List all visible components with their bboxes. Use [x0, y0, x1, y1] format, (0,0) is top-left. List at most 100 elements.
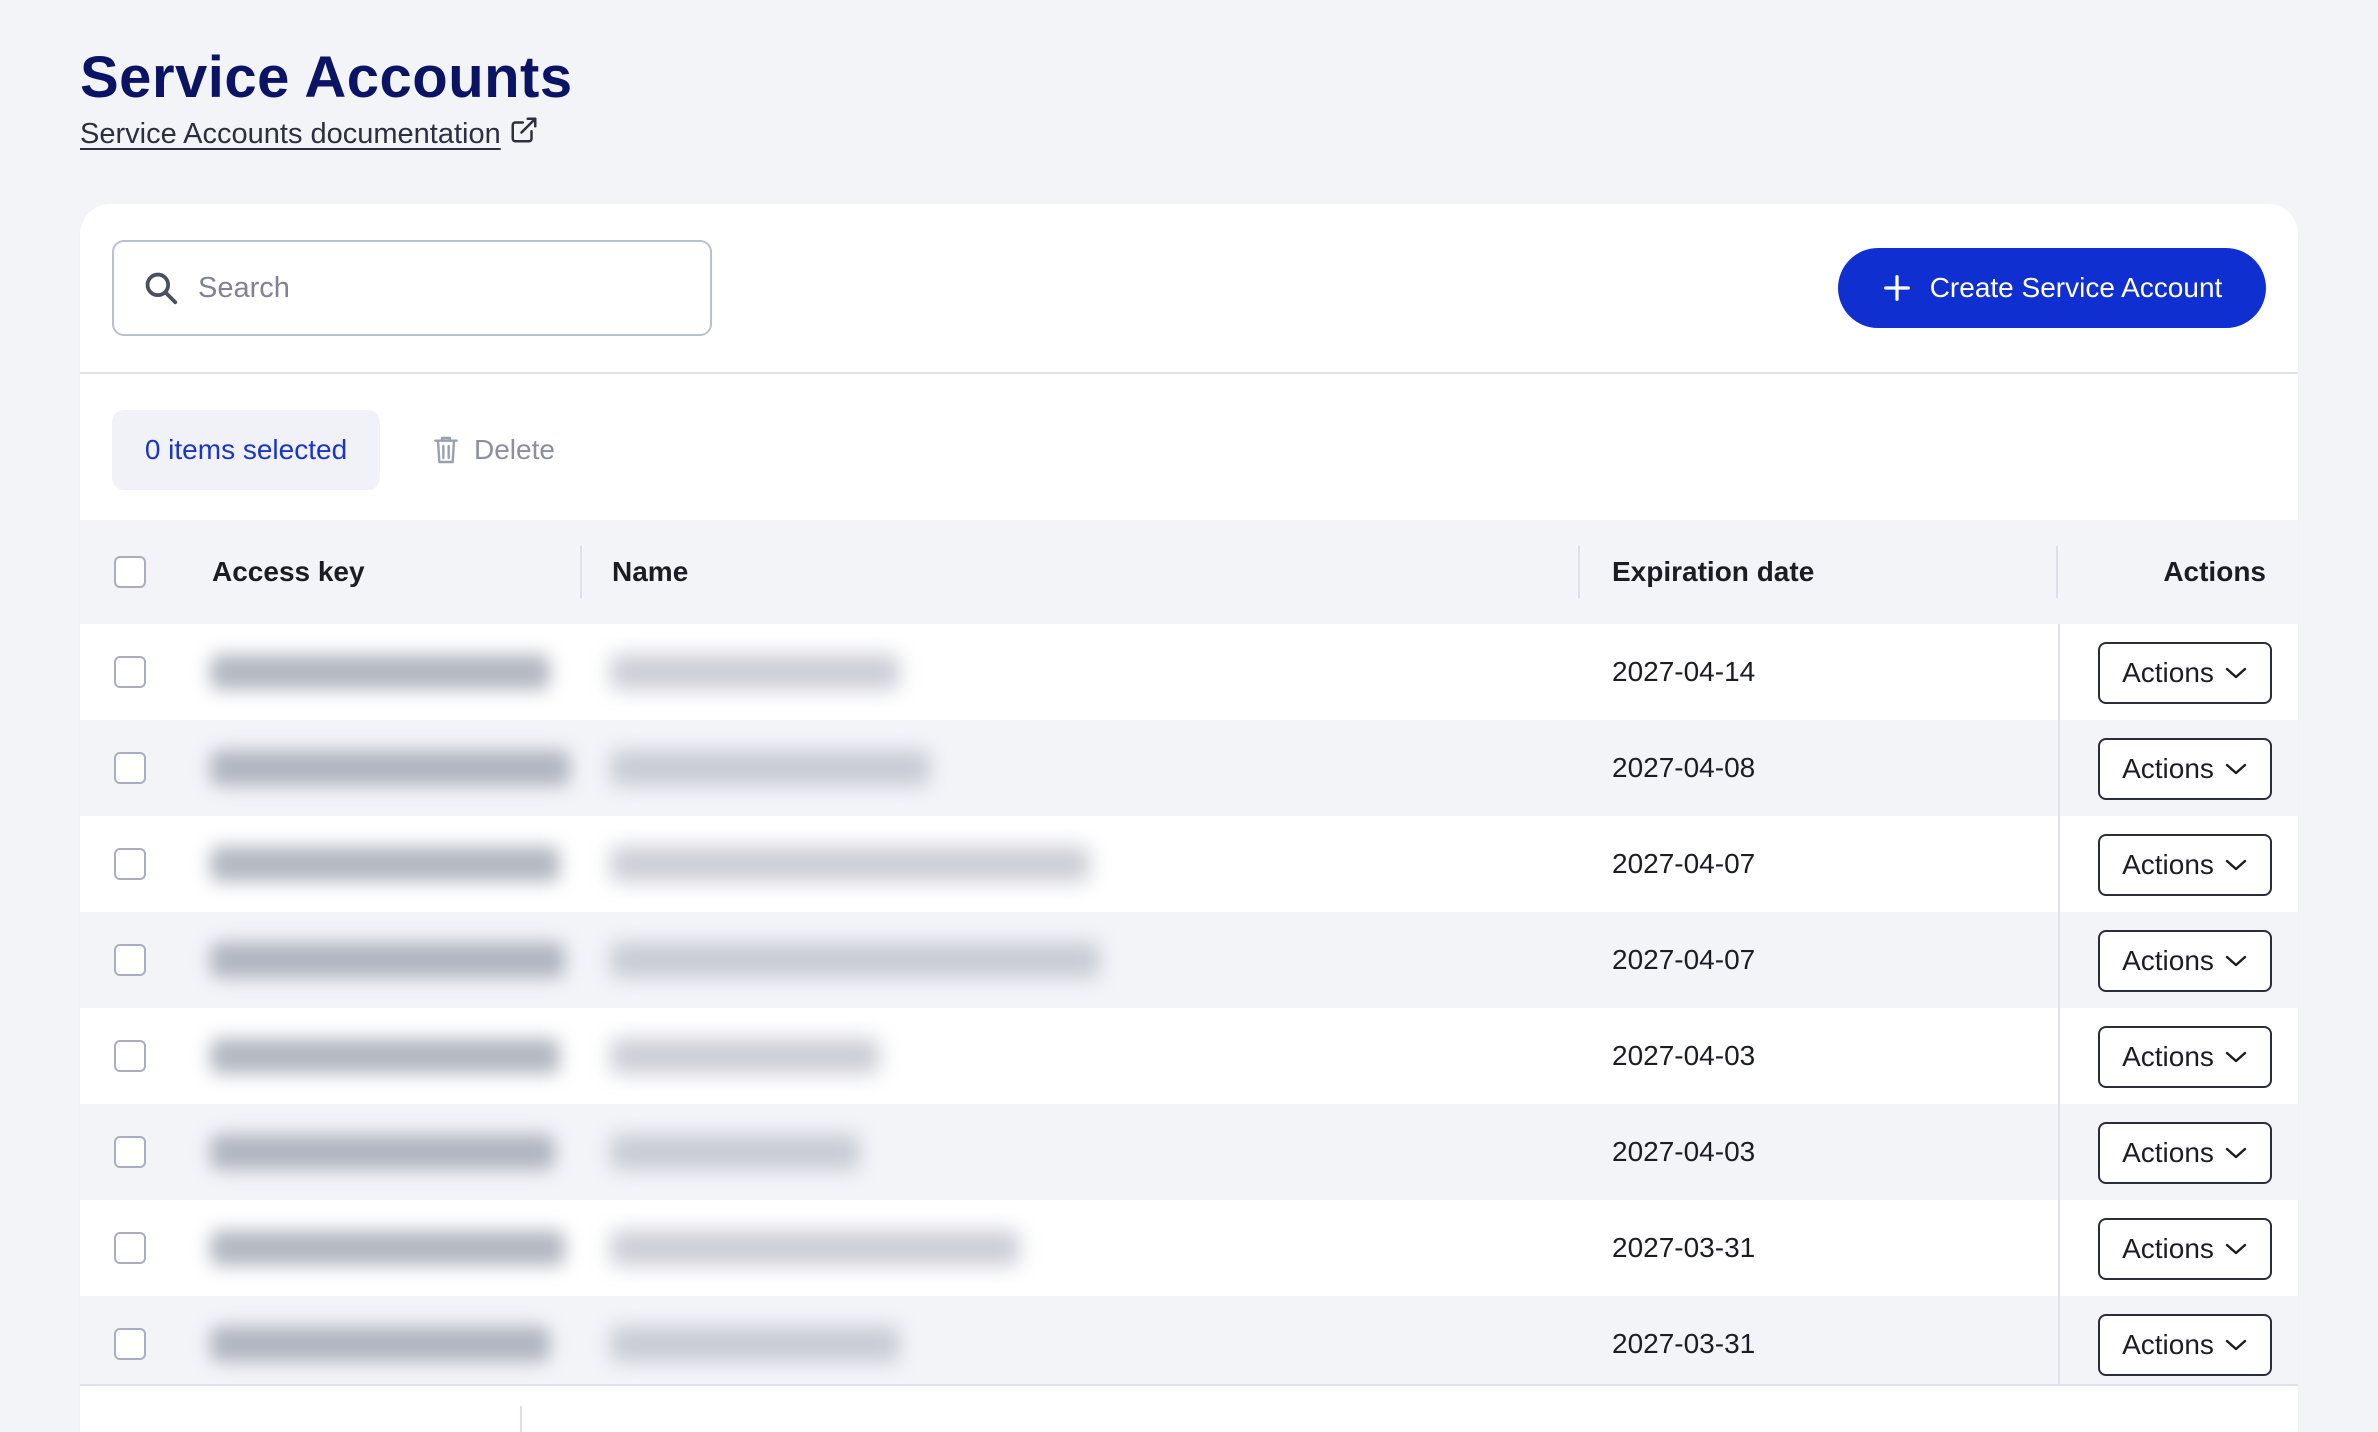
- expiration-date: 2027-04-03: [1612, 1136, 1756, 1167]
- column-header-actions: Actions: [2163, 556, 2266, 587]
- row-checkbox[interactable]: [114, 656, 146, 688]
- row-actions-button[interactable]: Actions: [2098, 1026, 2272, 1088]
- search-icon: [145, 272, 178, 305]
- create-service-account-button[interactable]: Create Service Account: [1838, 248, 2266, 328]
- row-checkbox[interactable]: [114, 752, 146, 784]
- row-checkbox[interactable]: [114, 1136, 146, 1168]
- service-accounts-page: Service Accounts Service Accounts docume…: [0, 0, 2378, 1432]
- actions-label: Actions: [2122, 1137, 2214, 1168]
- column-divider: [2058, 912, 2060, 1008]
- row-actions-button[interactable]: Actions: [2098, 930, 2272, 992]
- name-redacted: [610, 942, 1100, 978]
- column-divider: [2058, 1008, 2060, 1104]
- name-redacted: [610, 1326, 900, 1362]
- name-redacted: [610, 846, 1090, 882]
- expiration-date: 2027-03-31: [1612, 1232, 1756, 1263]
- column-divider: [2058, 816, 2060, 912]
- items-selected-badge: 0 items selected: [112, 410, 380, 490]
- row-actions-button[interactable]: Actions: [2098, 642, 2272, 704]
- column-header-name[interactable]: Name: [612, 520, 688, 624]
- access-key-redacted: [210, 1134, 555, 1170]
- name-redacted: [610, 654, 900, 690]
- name-redacted: [610, 750, 930, 786]
- expiration-date: 2027-04-07: [1612, 848, 1756, 879]
- column-header-expiration-date[interactable]: Expiration date: [1612, 520, 1814, 624]
- access-key-redacted: [210, 1038, 560, 1074]
- select-all-checkbox[interactable]: [114, 556, 146, 588]
- column-resize-handle[interactable]: [2056, 546, 2058, 598]
- documentation-link[interactable]: Service Accounts documentation: [80, 117, 539, 151]
- table-header: Access key Name Expiration date Actions: [80, 520, 2298, 624]
- service-accounts-card: Create Service Account 0 items selected …: [80, 204, 2298, 1432]
- access-key-redacted: [210, 942, 565, 978]
- expiration-date: 2027-04-07: [1612, 944, 1756, 975]
- delete-button[interactable]: Delete: [432, 410, 555, 490]
- name-redacted: [610, 1230, 1020, 1266]
- search-input[interactable]: [198, 271, 678, 305]
- table-row: 2027-04-03 Actions: [80, 1008, 2298, 1104]
- service-accounts-table: Access key Name Expiration date Actions …: [80, 520, 2298, 1392]
- delete-label: Delete: [474, 434, 555, 465]
- table-row: 2027-04-03 Actions: [80, 1104, 2298, 1200]
- row-checkbox[interactable]: [114, 848, 146, 880]
- access-key-redacted: [210, 1326, 550, 1362]
- actions-label: Actions: [2122, 1041, 2214, 1072]
- table-row: 2027-03-31 Actions: [80, 1296, 2298, 1392]
- name-redacted: [610, 1038, 880, 1074]
- table-footer: [80, 1384, 2298, 1432]
- table-row: 2027-04-07 Actions: [80, 816, 2298, 912]
- expiration-date: 2027-04-03: [1612, 1040, 1756, 1071]
- expiration-date: 2027-04-14: [1612, 656, 1756, 687]
- column-divider: [2058, 1296, 2060, 1392]
- column-divider: [2058, 1104, 2060, 1200]
- table-row: 2027-03-31 Actions: [80, 1200, 2298, 1296]
- column-resize-handle[interactable]: [580, 546, 582, 598]
- row-actions-button[interactable]: Actions: [2098, 1314, 2272, 1376]
- search-box[interactable]: [112, 240, 712, 336]
- row-actions-button[interactable]: Actions: [2098, 1122, 2272, 1184]
- actions-label: Actions: [2122, 849, 2214, 880]
- actions-label: Actions: [2122, 657, 2214, 688]
- table-row: 2027-04-08 Actions: [80, 720, 2298, 816]
- selection-bar: 0 items selected Delete: [80, 376, 2298, 524]
- row-checkbox[interactable]: [114, 1328, 146, 1360]
- access-key-redacted: [210, 1230, 565, 1266]
- footer-divider: [520, 1406, 522, 1432]
- chevron-down-icon: [2225, 1147, 2247, 1159]
- actions-label: Actions: [2122, 753, 2214, 784]
- documentation-link-label: Service Accounts documentation: [80, 118, 501, 150]
- row-checkbox[interactable]: [114, 1040, 146, 1072]
- chevron-down-icon: [2225, 859, 2247, 871]
- chevron-down-icon: [2225, 1051, 2247, 1063]
- create-service-account-label: Create Service Account: [1929, 272, 2223, 303]
- column-divider: [2058, 1200, 2060, 1296]
- column-resize-handle[interactable]: [1578, 546, 1580, 598]
- row-checkbox[interactable]: [114, 1232, 146, 1264]
- row-actions-button[interactable]: Actions: [2098, 834, 2272, 896]
- row-checkbox[interactable]: [114, 944, 146, 976]
- chevron-down-icon: [2225, 1339, 2247, 1351]
- access-key-redacted: [210, 654, 550, 690]
- chevron-down-icon: [2225, 1243, 2247, 1255]
- chevron-down-icon: [2225, 667, 2247, 679]
- actions-label: Actions: [2122, 945, 2214, 976]
- expiration-date: 2027-04-08: [1612, 752, 1756, 783]
- external-link-icon: [511, 117, 537, 142]
- column-divider: [2058, 624, 2060, 720]
- name-redacted: [610, 1134, 860, 1170]
- actions-label: Actions: [2122, 1329, 2214, 1360]
- column-header-access-key[interactable]: Access key: [212, 520, 365, 624]
- access-key-redacted: [210, 750, 570, 786]
- page-title: Service Accounts: [80, 45, 573, 110]
- trash-icon: [434, 436, 458, 464]
- row-actions-button[interactable]: Actions: [2098, 1218, 2272, 1280]
- toolbar: Create Service Account: [80, 204, 2298, 374]
- expiration-date: 2027-03-31: [1612, 1328, 1756, 1359]
- chevron-down-icon: [2225, 955, 2247, 967]
- chevron-down-icon: [2225, 763, 2247, 775]
- column-divider: [2058, 720, 2060, 816]
- actions-label: Actions: [2122, 1233, 2214, 1264]
- table-row: 2027-04-07 Actions: [80, 912, 2298, 1008]
- table-row: 2027-04-14 Actions: [80, 624, 2298, 720]
- row-actions-button[interactable]: Actions: [2098, 738, 2272, 800]
